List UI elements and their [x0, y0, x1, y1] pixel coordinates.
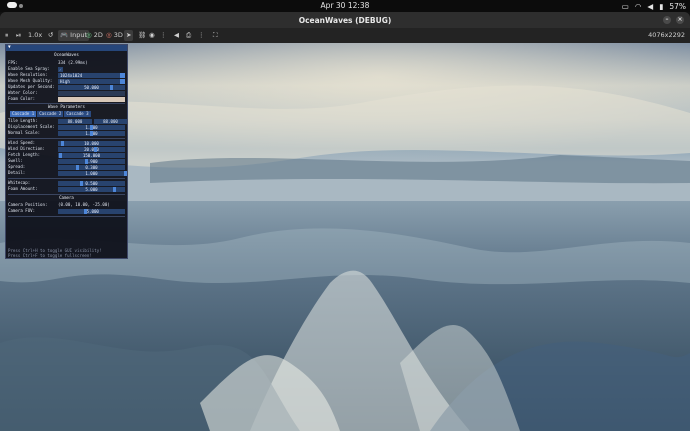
camera-override-icon[interactable]: ⎙ [184, 30, 193, 41]
camera-fov-slider[interactable]: 75.000 [58, 208, 125, 214]
node-3d-icon: ◎ [106, 31, 112, 39]
fullscreen-icon[interactable]: ⛶ [211, 30, 220, 41]
swell-slider[interactable]: 0.900 [58, 158, 125, 164]
camera-title: Camera [59, 195, 74, 200]
tab-cascade-1[interactable]: Cascade 1 [10, 111, 37, 117]
mode-2d-button[interactable]: ◎ 2D [84, 30, 105, 41]
camera-options-icon[interactable]: ⋮ [196, 30, 207, 41]
slider-grab[interactable] [90, 130, 93, 136]
fetch-length-value: 150.000 [82, 152, 101, 158]
mode-3d-button[interactable]: ◎ 3D [104, 30, 125, 41]
wifi-icon: ◠ [634, 1, 642, 11]
battery-percent: 57% [669, 1, 686, 11]
system-top-bar: Apr 30 12:38 ▭ ◠ ◀ ▮ 57% [0, 0, 690, 12]
wind-speed-value: 10.000 [84, 140, 99, 146]
wave-params-title: Wave Parameters [48, 104, 85, 109]
close-button[interactable]: × [676, 16, 684, 24]
cascade-tabs: Cascade 1 Cascade 2 Cascade 3 [8, 111, 125, 117]
foam-amount-label: Foam Amount: [8, 186, 38, 191]
tab-cascade-2[interactable]: Cascade 2 [37, 111, 64, 117]
menu-icon[interactable]: ⋮ [158, 30, 169, 41]
slider-grab[interactable] [61, 140, 64, 146]
mesh-quality-select[interactable]: High [58, 78, 125, 84]
camera-fov-label: Camera FOV: [8, 208, 36, 213]
detail-label: Detail: [8, 170, 26, 175]
mesh-quality-value: High [60, 78, 70, 84]
wind-speed-slider[interactable]: 10.000 [58, 140, 125, 146]
updates-slider[interactable]: 50.000 [58, 84, 125, 90]
detail-row: Detail: 1.000 [8, 170, 127, 176]
wind-direction-slider[interactable]: 20.000 [58, 146, 125, 152]
dropdown-arrow-icon [120, 78, 125, 84]
foam-amount-row: Foam Amount: 5.000 [8, 186, 125, 192]
hint-fullscreen: Press Ctrl+F to toggle fullscreen! [8, 253, 92, 258]
normal-scale-label: Normal Scale: [8, 130, 41, 135]
window-title: OceanWaves (DEBUG) [298, 16, 392, 25]
whitecap-slider[interactable]: 0.500 [58, 180, 125, 186]
battery-icon: ▮ [659, 1, 664, 11]
divider [8, 138, 125, 139]
slider-grab[interactable] [59, 152, 62, 158]
slider-grab[interactable] [110, 84, 113, 90]
sea-spray-checkbox[interactable]: ✓ [58, 66, 63, 72]
slider-grab[interactable] [113, 186, 116, 192]
foam-amount-slider[interactable]: 5.000 [58, 186, 125, 192]
detail-slider[interactable]: 1.000 [58, 170, 127, 176]
foam-color-row: Foam Color: [8, 96, 125, 102]
ocean-settings-panel: ▼ OceanWaves FPS: 334 (2.99ms) Enable Se… [5, 44, 128, 259]
visibility-icon[interactable]: ◉ [147, 30, 157, 41]
reset-icon[interactable]: ↺ [46, 30, 55, 41]
mode-2d-label: 2D [93, 31, 103, 39]
spread-value: 0.300 [85, 164, 98, 170]
screen-share-icon: ▭ [621, 1, 629, 11]
pause-icon[interactable]: ⏸ [3, 30, 10, 41]
whitecap-value: 0.500 [85, 180, 98, 186]
panel-title: OceanWaves [54, 52, 79, 57]
tile-length-y-field[interactable]: 88.000 [94, 118, 127, 124]
volume-icon: ◀ [647, 1, 654, 11]
slider-grab[interactable] [84, 208, 87, 214]
panel-header[interactable]: ▼ [6, 45, 127, 51]
slider-grab[interactable] [124, 170, 127, 176]
dropdown-arrow-icon [120, 72, 125, 78]
normal-scale-slider[interactable]: 1.000 [58, 130, 125, 136]
displacement-slider[interactable]: 1.000 [58, 124, 125, 130]
divider [8, 216, 125, 217]
foam-color-label: Foam Color: [8, 96, 36, 101]
spread-slider[interactable]: 0.300 [58, 164, 125, 170]
tile-length-x-field[interactable]: 88.000 [58, 118, 92, 124]
speed-selector[interactable]: 1.0x [26, 30, 44, 41]
wave-resolution-select[interactable]: 1024x1024 [58, 72, 125, 78]
node-2d-icon: ◎ [86, 31, 92, 39]
detail-value: 1.000 [85, 170, 98, 176]
slider-grab[interactable] [85, 158, 88, 164]
slider-grab[interactable] [90, 124, 93, 130]
step-icon[interactable]: ⏯ [14, 30, 23, 41]
fetch-length-slider[interactable]: 150.000 [58, 152, 125, 158]
wave-resolution-value: 1024x1024 [60, 72, 83, 78]
system-tray[interactable]: ▭ ◠ ◀ ▮ 57% [622, 2, 686, 11]
slider-grab[interactable] [76, 164, 79, 170]
slider-grab[interactable] [80, 180, 83, 186]
normal-scale-row: Normal Scale: 1.000 [8, 130, 125, 136]
select-cursor-icon[interactable]: ➤ [124, 30, 134, 41]
water-color-swatch[interactable] [58, 90, 125, 96]
viewport-resolution: 4076x2292 [648, 31, 685, 39]
updates-value: 50.000 [84, 84, 99, 90]
minimize-button[interactable]: – [663, 16, 671, 24]
clock[interactable]: Apr 30 12:38 [0, 1, 690, 10]
slider-grab[interactable] [94, 146, 97, 152]
foam-color-swatch[interactable] [58, 96, 125, 102]
camera-fov-row: Camera FOV: 75.000 [8, 208, 125, 214]
divider [8, 178, 125, 179]
audio-icon[interactable]: ◀ [172, 30, 181, 41]
title-bar: OceanWaves (DEBUG) – × [0, 12, 690, 28]
foam-amount-value: 5.000 [85, 186, 98, 192]
mode-3d-label: 3D [113, 31, 123, 39]
editor-toolbar: ⏸ ⏯ 1.0x ↺ 🎮 Input ◎ 2D ◎ 3D ➤ ⛓ ◉ ⋮ ◀ ⎙… [0, 28, 690, 43]
tab-cascade-3[interactable]: Cascade 3 [64, 111, 91, 117]
